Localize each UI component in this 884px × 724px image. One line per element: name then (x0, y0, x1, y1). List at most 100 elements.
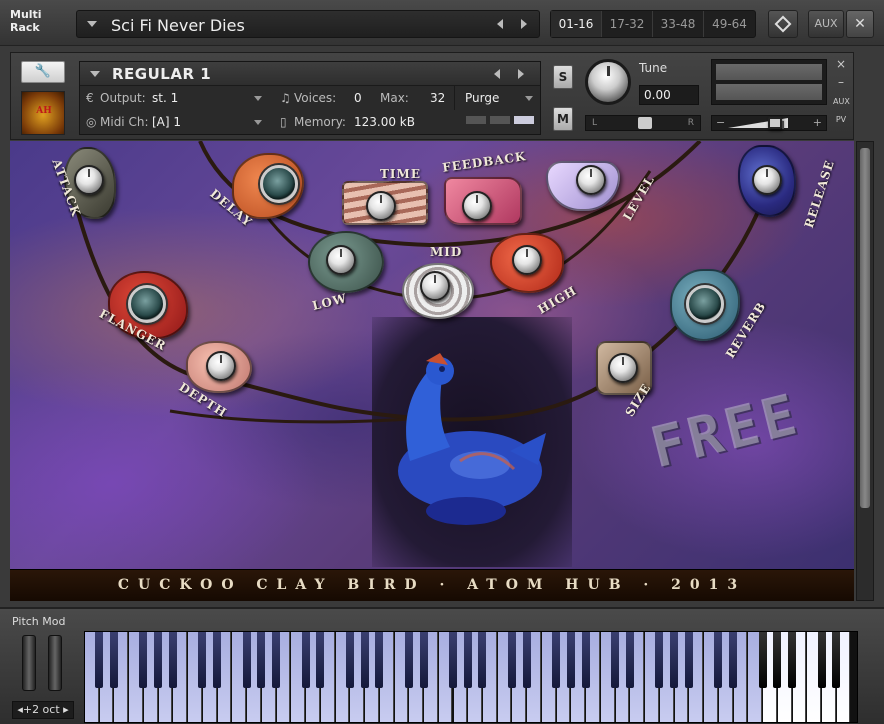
delay-knob[interactable] (260, 165, 298, 203)
multirack-title-line2: Rack (10, 21, 40, 34)
black-key[interactable] (773, 632, 782, 688)
black-key[interactable] (95, 632, 104, 688)
output-dropdown-icon[interactable] (254, 96, 262, 101)
black-key[interactable] (566, 632, 575, 688)
black-key[interactable] (168, 632, 177, 688)
tab-page-17-32[interactable]: 17-32 (602, 11, 653, 37)
black-key[interactable] (478, 632, 487, 688)
rack-next-arrow-icon[interactable] (521, 19, 527, 29)
midi-channel-value[interactable]: [A] 1 (152, 115, 181, 129)
volume-slider[interactable]: − + (711, 115, 827, 131)
multirack-close-button[interactable]: ✕ (846, 10, 874, 38)
mod-wheel[interactable] (48, 635, 62, 691)
black-key[interactable] (198, 632, 207, 688)
output-value[interactable]: st. 1 (152, 91, 178, 105)
flanger-knob[interactable] (128, 285, 166, 323)
black-key[interactable] (257, 632, 266, 688)
black-key[interactable] (213, 632, 222, 688)
black-key[interactable] (360, 632, 369, 688)
black-key[interactable] (581, 632, 590, 688)
instrument-menu-dropdown-icon[interactable] (90, 71, 100, 77)
midi-dropdown-icon[interactable] (254, 120, 262, 125)
rack-name-selector[interactable]: Sci Fi Never Dies (76, 10, 540, 38)
low-knob[interactable] (326, 245, 356, 275)
black-key[interactable] (316, 632, 325, 688)
rack-menu-dropdown-icon[interactable] (87, 21, 97, 27)
black-key[interactable] (611, 632, 620, 688)
mid-knob[interactable] (420, 271, 450, 301)
black-key[interactable] (788, 632, 797, 688)
black-key[interactable] (463, 632, 472, 688)
release-knob[interactable] (752, 165, 782, 195)
solo-button[interactable]: S (553, 65, 573, 89)
black-key[interactable] (242, 632, 251, 688)
black-key[interactable] (758, 632, 767, 688)
tab-page-49-64[interactable]: 49-64 (704, 11, 755, 37)
purge-dropdown-icon[interactable] (525, 96, 533, 101)
instrument-close-button[interactable]: × (833, 57, 849, 71)
tab-page-01-16[interactable]: 01-16 (551, 11, 602, 37)
black-key[interactable] (832, 632, 841, 688)
instrument-name-row[interactable]: REGULAR 1 (80, 62, 540, 86)
pan-slider[interactable]: L R (585, 115, 701, 131)
black-key[interactable] (109, 632, 118, 688)
instrument-minimize-button[interactable]: – (833, 75, 849, 89)
pitch-wheel[interactable] (22, 635, 36, 691)
black-key[interactable] (139, 632, 148, 688)
black-key[interactable] (522, 632, 531, 688)
high-knob[interactable] (512, 245, 542, 275)
black-key[interactable] (552, 632, 561, 688)
black-key[interactable] (449, 632, 457, 688)
instrument-pv-button[interactable]: PV (833, 115, 849, 124)
black-key[interactable] (404, 632, 413, 688)
midi-icon: ◎ (86, 115, 97, 129)
black-key[interactable] (670, 632, 679, 688)
black-key[interactable] (684, 632, 693, 688)
size-knob[interactable] (608, 353, 638, 383)
tune-knob[interactable] (585, 59, 631, 105)
aux-button[interactable]: AUX (808, 10, 844, 38)
instrument-prev-arrow-icon[interactable] (494, 69, 500, 79)
feedback-knob[interactable] (462, 191, 492, 221)
black-key[interactable] (655, 632, 664, 688)
snapshot-button[interactable] (768, 10, 798, 38)
tune-value[interactable]: 0.00 (639, 85, 699, 105)
rack-page-tabs: 01-16 17-32 33-48 49-64 (550, 10, 756, 38)
black-key[interactable] (375, 632, 384, 688)
black-key[interactable] (714, 632, 723, 688)
black-key[interactable] (419, 632, 428, 688)
instrument-next-arrow-icon[interactable] (518, 69, 524, 79)
pan-handle[interactable] (638, 117, 652, 129)
tab-page-33-48[interactable]: 33-48 (653, 11, 704, 37)
black-key[interactable] (154, 632, 163, 688)
attack-knob[interactable] (74, 165, 104, 195)
black-key[interactable] (729, 632, 738, 688)
black-key[interactable] (507, 632, 516, 688)
edit-instrument-button[interactable]: 🔧 (21, 61, 65, 83)
max-voices-label: Max: (380, 91, 409, 105)
reverb-knob[interactable] (686, 285, 724, 323)
black-key[interactable] (817, 632, 826, 688)
clay-bird-image (398, 353, 546, 525)
black-key[interactable] (625, 632, 634, 688)
purge-menu[interactable]: Purge (454, 86, 540, 110)
pan-left-label: L (592, 118, 598, 128)
piano-keyboard[interactable] (84, 631, 858, 723)
volume-handle[interactable] (768, 117, 784, 129)
scrollbar-thumb[interactable] (860, 148, 870, 508)
volume-plus-icon: + (812, 116, 822, 129)
level-knob[interactable] (576, 165, 606, 195)
black-key[interactable] (345, 632, 354, 688)
depth-knob[interactable] (206, 351, 236, 381)
instrument-aux-button[interactable]: AUX (833, 97, 850, 106)
mute-button[interactable]: M (553, 107, 573, 131)
instrument-footer-banner: CUCKOO CLAY BIRD · ATOM HUB · 2013 (10, 569, 854, 601)
black-key[interactable] (301, 632, 310, 688)
max-voices-value[interactable]: 32 (430, 91, 445, 105)
time-label: TIME (380, 167, 421, 181)
rack-scrollbar[interactable] (856, 141, 874, 601)
octave-shift-control[interactable]: ◂+2 oct ▸ (12, 701, 74, 719)
rack-prev-arrow-icon[interactable] (497, 19, 503, 29)
time-knob[interactable] (366, 191, 396, 221)
black-key[interactable] (272, 632, 281, 688)
